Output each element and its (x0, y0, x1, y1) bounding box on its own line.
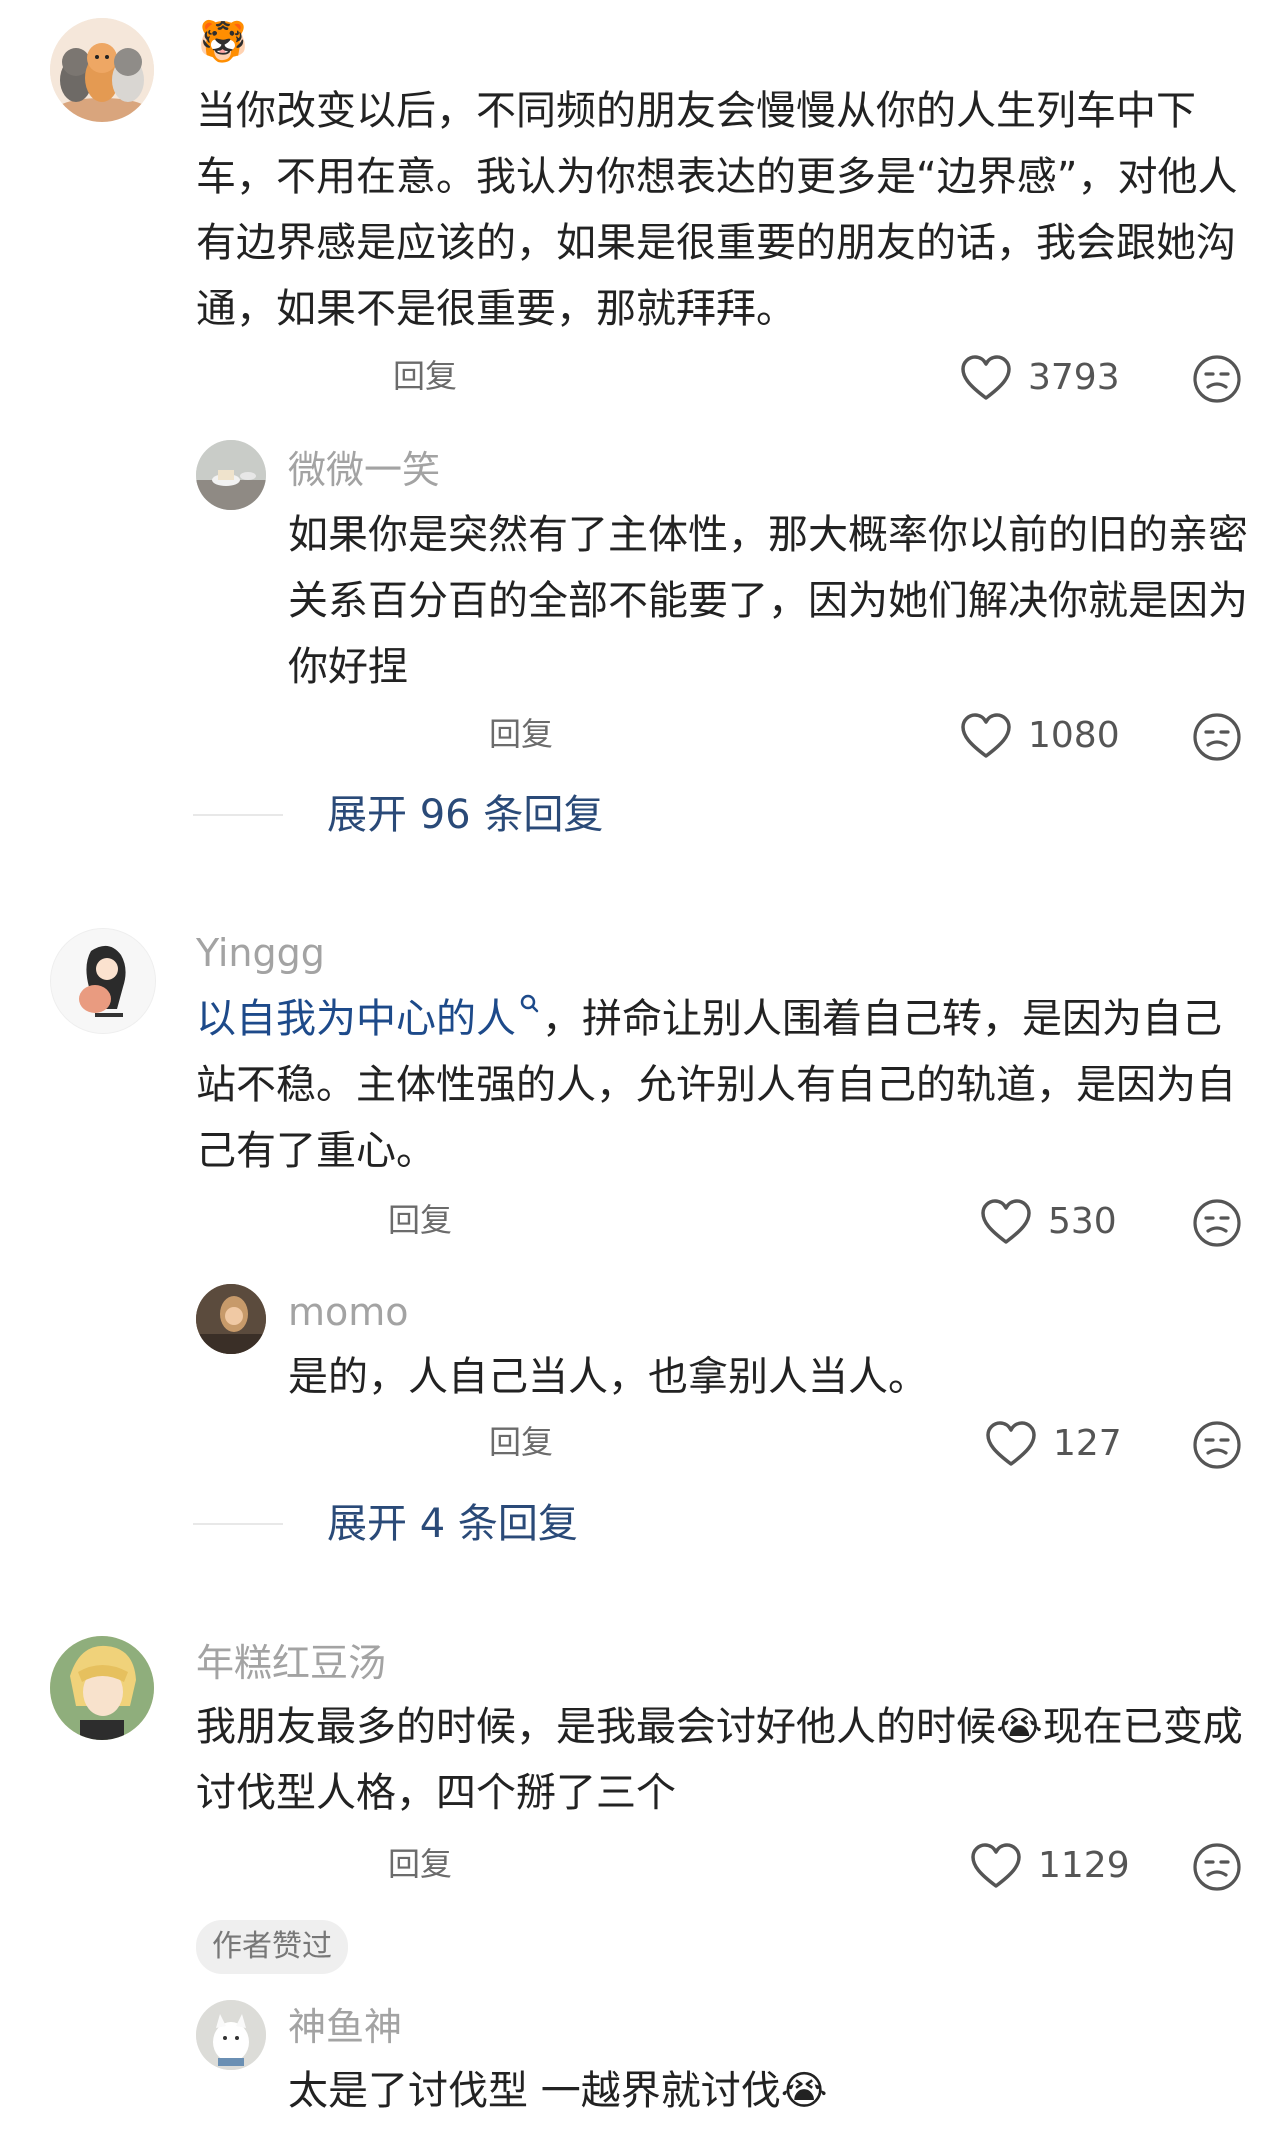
tiger-emoji-icon: 🐯 (198, 19, 248, 65)
dislike-face-icon[interactable] (1192, 1842, 1242, 1892)
reply-button[interactable]: 回复 (489, 1426, 553, 1458)
comment-author-name[interactable]: Yinggg (196, 934, 325, 972)
avatar-girl[interactable] (50, 928, 156, 1034)
expand-replies-label: 展开 4 条回复 (327, 1501, 578, 1547)
author-liked-badge: 作者赞过 (196, 1920, 348, 1974)
reply-text: 如果你是突然有了主体性，那大概率你以前的旧的亲密关系百分百的全部不能要了，因为她… (288, 512, 1248, 690)
reply-button[interactable]: 回复 (388, 1848, 452, 1880)
reply-button[interactable]: 回复 (489, 718, 553, 750)
like-count: 127 (1053, 1423, 1122, 1464)
reply-author-name[interactable]: momo (288, 1293, 409, 1331)
like-count: 3793 (1028, 357, 1120, 398)
dislike-face-icon[interactable] (1192, 712, 1242, 762)
like-count: 1129 (1038, 1845, 1130, 1886)
comment-text: 以自我为中心的人 ，拼命让别人围着自己转，是因为自己站不稳。主体性强的人，允许别人… (196, 986, 1246, 1184)
heart-icon (971, 1843, 1021, 1888)
dislike-face-icon[interactable] (1192, 1198, 1242, 1248)
cats-avatar-image (50, 18, 154, 122)
avatar-cats[interactable] (50, 18, 154, 122)
reply-author-name[interactable]: 微微一笑 (288, 451, 440, 489)
heart-icon (961, 355, 1011, 400)
like-button[interactable]: 1129 (970, 1842, 1130, 1890)
divider-line (193, 814, 283, 816)
comment-text: 当你改变以后，不同频的朋友会慢慢从你的人生列车中下车，不用在意。我认为你想表达的… (196, 88, 1238, 332)
avatar-cat[interactable] (196, 2000, 266, 2070)
avatar-anime[interactable] (50, 1636, 154, 1740)
cat-avatar-image (196, 2000, 266, 2070)
divider-line (193, 1523, 283, 1525)
like-button[interactable]: 530 (980, 1198, 1117, 1246)
comment-text: 我朋友最多的时候，是我最会讨好他人的时候😭现在已变成讨伐型人格，四个掰了三个 (196, 1704, 1243, 1816)
tea-avatar-image (196, 440, 266, 510)
heart-icon (986, 1421, 1036, 1466)
avatar-momo[interactable] (196, 1284, 266, 1354)
heart-icon (961, 713, 1011, 758)
expand-replies-button[interactable]: 展开 96 条回复 (193, 795, 603, 835)
momo-avatar-image (196, 1284, 266, 1354)
heart-icon (981, 1199, 1031, 1244)
reply-text: 是的，人自己当人，也拿别人当人。 (288, 1354, 928, 1400)
like-count: 530 (1048, 1201, 1117, 1242)
dislike-face-icon[interactable] (1192, 1420, 1242, 1470)
girl-avatar-image (51, 929, 155, 1033)
reply-button[interactable]: 回复 (388, 1204, 452, 1236)
like-button[interactable]: 127 (985, 1420, 1122, 1468)
comment-author-name[interactable]: 年糕红豆汤 (196, 1644, 386, 1682)
search-icon[interactable] (518, 992, 540, 1018)
like-button[interactable]: 1080 (960, 712, 1120, 760)
expand-replies-button[interactable]: 展开 4 条回复 (193, 1504, 578, 1544)
expand-replies-label: 展开 96 条回复 (327, 792, 604, 838)
reply-author-name[interactable]: 神鱼神 (288, 2008, 402, 2046)
anime-avatar-image (50, 1636, 154, 1740)
avatar-tea[interactable] (196, 440, 266, 510)
keyword-link[interactable]: 以自我为中心的人 (196, 996, 516, 1042)
dislike-face-icon[interactable] (1192, 354, 1242, 404)
like-count: 1080 (1028, 715, 1120, 756)
like-button[interactable]: 3793 (960, 354, 1120, 402)
reply-button[interactable]: 回复 (393, 360, 457, 392)
reply-text: 太是了讨伐型 一越界就讨伐😭 (288, 2068, 828, 2114)
